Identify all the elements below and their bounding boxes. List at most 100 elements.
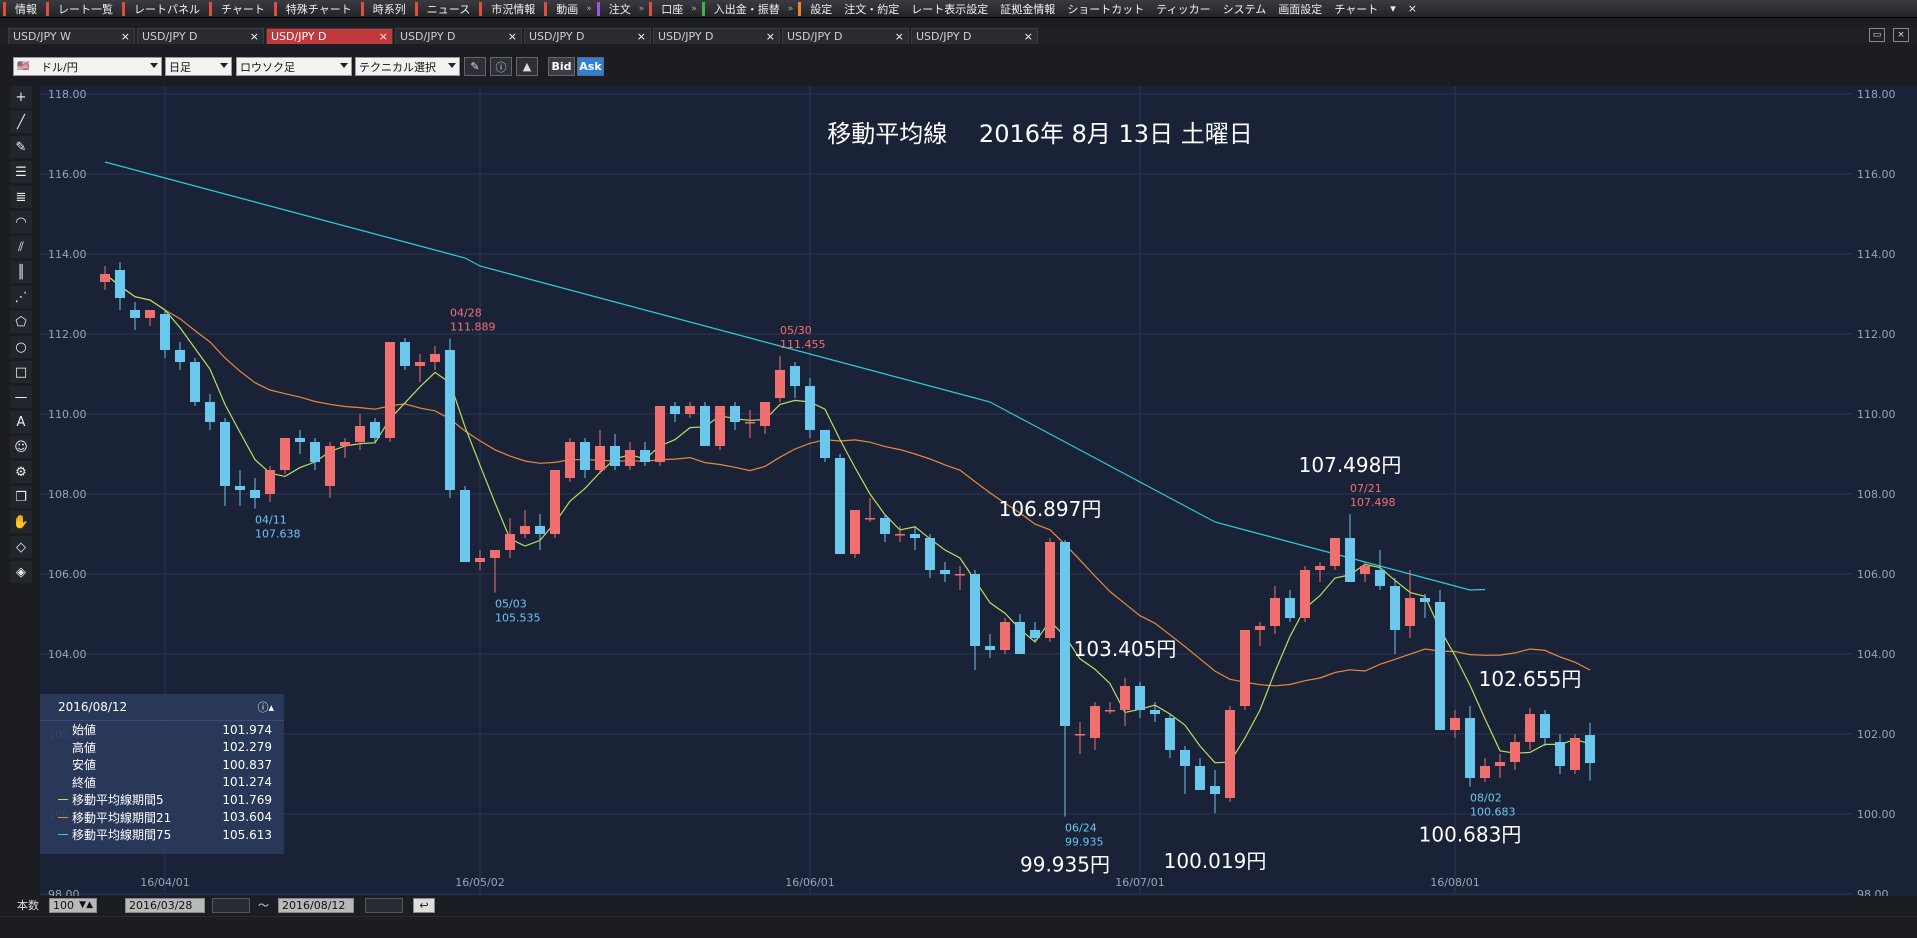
ask-button[interactable]: Ask xyxy=(577,57,604,76)
menu-item[interactable]: ショートカット xyxy=(1061,1,1150,17)
ruler-icon[interactable]: ✎ xyxy=(10,136,32,158)
chart-tab[interactable]: USD/JPY D × xyxy=(524,28,651,44)
pen-icon[interactable]: ✎ xyxy=(464,57,486,76)
menu-item[interactable]: 情報 xyxy=(9,1,43,17)
menu-item[interactable]: 特殊チャート xyxy=(280,1,358,17)
menu-color-marker xyxy=(414,1,418,16)
menu-item[interactable]: 証拠金情報 xyxy=(994,1,1061,17)
chart-tab[interactable]: USD/JPY D × xyxy=(911,28,1038,44)
refresh-icon[interactable]: ↩ xyxy=(413,897,435,913)
tab-close-icon[interactable]: × xyxy=(379,30,388,43)
menu-item[interactable]: 注文・約定 xyxy=(838,1,905,17)
tab-close-icon[interactable]: × xyxy=(766,30,775,43)
menu-item[interactable]: レート表示設定 xyxy=(905,1,994,17)
y-tick-label-left: 114.00 xyxy=(48,248,87,261)
menu-item[interactable]: チャート xyxy=(1328,1,1384,17)
chart-tab[interactable]: USD/JPY D × xyxy=(782,28,909,44)
extreme-value-label: 99.935 xyxy=(1065,836,1104,849)
horizontal-lines-icon[interactable]: ☰ xyxy=(10,161,32,183)
close-window-icon[interactable]: × xyxy=(1893,28,1909,42)
bid-button[interactable]: Bid xyxy=(548,57,575,76)
y-tick-label-right: 100.00 xyxy=(1857,808,1896,821)
to-time-field[interactable] xyxy=(365,897,403,913)
pentagon-icon[interactable]: ⬠ xyxy=(10,311,32,333)
settings-tool-icon[interactable]: ⚙ xyxy=(10,461,32,483)
menu-item[interactable]: 画面設定 xyxy=(1272,1,1328,17)
from-date-field[interactable]: 2016/03/28 xyxy=(125,897,205,913)
candle-body xyxy=(940,570,950,574)
menu-color-marker xyxy=(273,1,277,16)
tab-close-icon[interactable]: × xyxy=(895,30,904,43)
circle-icon[interactable]: ○ xyxy=(10,336,32,358)
menu-item[interactable]: システム xyxy=(1217,1,1273,17)
extreme-value-label: 100.683 xyxy=(1470,806,1516,819)
tab-close-icon[interactable]: × xyxy=(637,30,646,43)
chart-tab[interactable]: USD/JPY D × xyxy=(395,28,522,44)
menu-item[interactable]: ニュース xyxy=(421,1,476,17)
chart-type-select[interactable]: ロウソク足 xyxy=(236,57,352,76)
candle-body xyxy=(235,486,245,490)
area-chart-icon[interactable]: ▲ xyxy=(516,57,538,76)
candle-body xyxy=(1570,738,1580,770)
rectangle-icon[interactable]: □ xyxy=(10,361,32,383)
menu-item[interactable]: チャート xyxy=(215,1,271,17)
crosshair-icon[interactable]: + xyxy=(10,86,32,108)
text-icon[interactable]: A xyxy=(10,411,32,433)
menu-more-icon[interactable]: ▾ xyxy=(1384,2,1402,15)
eraser-icon[interactable]: ◇ xyxy=(10,536,32,558)
to-date-field[interactable]: 2016/08/12 xyxy=(278,897,354,913)
tab-close-icon[interactable]: × xyxy=(508,30,517,43)
candle-body xyxy=(700,406,710,446)
info-icon[interactable]: ⓘ xyxy=(490,57,512,76)
from-time-field[interactable] xyxy=(212,897,250,913)
icon-tool-icon[interactable]: ☺ xyxy=(10,436,32,458)
candle-body xyxy=(1315,566,1325,570)
count-arrows-icon[interactable]: ▼▲ xyxy=(79,900,93,910)
chart-tab[interactable]: USD/JPY W × xyxy=(8,28,135,44)
menu-close-icon[interactable]: × xyxy=(1402,2,1423,15)
extreme-date-label: 04/28 xyxy=(450,306,482,319)
copy-icon[interactable]: ❐ xyxy=(10,486,32,508)
price-chart[interactable]: 118.00 118.00 116.00 116.00 114.00 114.00 112.… xyxy=(40,86,1917,901)
ohlc-info-panel: 2016/08/12 ⓘ▴ 始値 101.974 高値 102.279 安値 100.83… xyxy=(40,694,284,854)
chart-tab[interactable]: USD/JPY D × xyxy=(653,28,780,44)
tab-close-icon[interactable]: × xyxy=(121,30,130,43)
eraser-all-icon[interactable]: ◈ xyxy=(10,561,32,583)
trendline-icon[interactable]: ╱ xyxy=(10,111,32,133)
hand-icon[interactable]: ✋ xyxy=(10,511,32,533)
technical-select[interactable]: テクニカル選択 xyxy=(355,57,460,76)
menu-item[interactable]: 時系列 xyxy=(367,1,412,17)
count-select[interactable]: 100 ▼▲ xyxy=(49,897,97,913)
tab-close-icon[interactable]: × xyxy=(250,30,259,43)
chart-tab[interactable]: USD/JPY D × xyxy=(266,28,393,44)
menu-item[interactable]: 口座 xyxy=(655,1,689,17)
chart-tab[interactable]: USD/JPY D × xyxy=(137,28,264,44)
vertical-lines-icon[interactable]: ║ xyxy=(10,261,32,283)
menu-item[interactable]: レートパネル xyxy=(128,1,206,17)
hline-icon[interactable]: — xyxy=(10,386,32,408)
fibonacci-icon[interactable]: ≣ xyxy=(10,186,32,208)
pitchfork-icon[interactable]: ⋰ xyxy=(10,286,32,308)
menu-item[interactable]: ティッカー xyxy=(1150,1,1216,17)
menu-item[interactable]: 入出金・振替 xyxy=(708,1,786,17)
menu-item[interactable]: 設定 xyxy=(804,1,838,17)
info-row-value: 101.974 xyxy=(222,722,272,737)
menu-overflow-icon[interactable]: » xyxy=(586,4,592,14)
menu-overflow-icon[interactable]: » xyxy=(788,4,794,14)
menu-overflow-icon[interactable]: » xyxy=(639,4,645,14)
period-select[interactable]: 日足 xyxy=(165,57,232,76)
menu-item[interactable]: 注文 xyxy=(603,1,637,17)
menu-item[interactable]: 動画 xyxy=(550,1,584,17)
y-tick-label-left: 116.00 xyxy=(48,168,87,181)
candle-body xyxy=(1300,570,1310,618)
candle-body xyxy=(430,354,440,362)
menu-item[interactable]: レート一覧 xyxy=(52,1,119,17)
info-toggle-icon[interactable]: ⓘ▴ xyxy=(257,699,274,715)
tab-close-icon[interactable]: × xyxy=(1024,30,1033,43)
menu-overflow-icon[interactable]: » xyxy=(691,4,697,14)
menu-item[interactable]: 市況情報 xyxy=(485,1,541,17)
fan-icon[interactable]: ◠ xyxy=(10,211,32,233)
restore-window-icon[interactable]: ▭ xyxy=(1869,28,1885,42)
currency-pair-select[interactable]: 🇺🇸 ドル/円 xyxy=(13,57,162,76)
gann-fan-icon[interactable]: ⫽ xyxy=(10,236,32,258)
